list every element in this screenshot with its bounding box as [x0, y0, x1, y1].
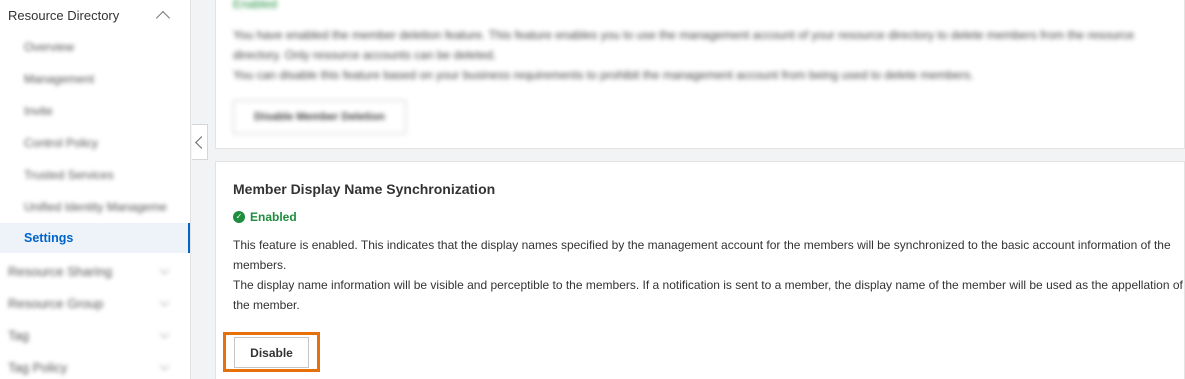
chevron-down-icon	[159, 328, 170, 338]
chevron-left-icon	[195, 135, 208, 149]
sidebar-section-tag-policy[interactable]: Tag Policy	[0, 352, 190, 379]
sidebar-item-overview[interactable]: Overview	[0, 32, 190, 62]
description-text-2: The display name information will be vis…	[233, 278, 1183, 312]
sidebar-section-label: Tag	[8, 327, 29, 343]
sidebar-section-resource-group[interactable]: Resource Group	[0, 288, 190, 318]
disable-button[interactable]: Disable	[234, 337, 309, 368]
sidebar-item-control-policy[interactable]: Control Policy	[0, 128, 190, 158]
sidebar-item-unified-identity[interactable]: Unified Identity Manageme	[0, 192, 190, 222]
member-deletion-status: Enabled	[233, 0, 278, 11]
sidebar: Resource Directory Overview Management I…	[0, 0, 191, 379]
sidebar-item-invite[interactable]: Invite	[0, 96, 190, 126]
chevron-down-icon	[159, 264, 170, 274]
sidebar-section-resource-directory[interactable]: Resource Directory	[0, 0, 190, 30]
status-badge: ✓ Enabled	[233, 210, 297, 224]
sidebar-section-label: Resource Group	[8, 295, 104, 311]
sidebar-section-resource-sharing[interactable]: Resource Sharing	[0, 256, 190, 286]
sidebar-section-tag[interactable]: Tag	[0, 320, 190, 350]
status-text: Enabled	[250, 210, 297, 224]
panel-title: Member Display Name Synchronization	[233, 181, 496, 197]
chevron-down-icon	[159, 296, 170, 306]
display-name-sync-panel: Member Display Name Synchronization ✓ En…	[215, 161, 1185, 379]
member-deletion-description: You have enabled the member deletion fea…	[233, 25, 1144, 85]
display-name-sync-description: This feature is enabled. This indicates …	[233, 235, 1185, 315]
sidebar-item-trusted-services[interactable]: Trusted Services	[0, 160, 190, 190]
sidebar-section-label: Resource Sharing	[8, 263, 113, 279]
member-deletion-panel: Enabled You have enabled the member dele…	[215, 0, 1185, 149]
chevron-down-icon	[159, 360, 170, 370]
sidebar-item-settings[interactable]: Settings	[0, 223, 190, 253]
sidebar-collapse-button[interactable]	[192, 124, 208, 160]
member-deletion-description-text-2: You can disable this feature based on yo…	[233, 68, 974, 82]
check-circle-icon: ✓	[233, 211, 245, 223]
sidebar-item-management[interactable]: Management	[0, 64, 190, 94]
description-text: This feature is enabled. This indicates …	[233, 238, 1171, 272]
sidebar-section-label: Resource Directory	[8, 7, 120, 23]
member-deletion-description-text: You have enabled the member deletion fea…	[233, 28, 1135, 62]
sidebar-section-label: Tag Policy	[8, 359, 68, 375]
chevron-up-icon	[155, 10, 171, 25]
disable-member-deletion-button[interactable]: Disable Member Deletion	[233, 100, 406, 134]
